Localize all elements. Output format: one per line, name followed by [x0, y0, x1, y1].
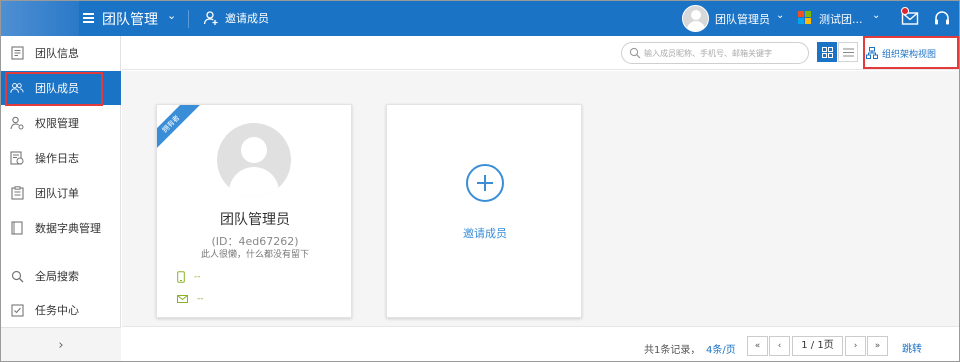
grid-icon [821, 46, 833, 58]
sidebar-collapse-button[interactable]: › [1, 327, 121, 361]
dictionary-icon [10, 221, 24, 235]
page-size-select[interactable]: 4条/页 [706, 341, 736, 356]
sidebar-item-task-center[interactable]: 任务中心 [1, 293, 121, 327]
last-page-button[interactable]: » [867, 336, 888, 356]
search-input[interactable] [644, 46, 804, 60]
list-icon [842, 47, 854, 57]
member-name: 团队管理员 [220, 212, 290, 228]
chevron-down-icon[interactable]: ⌄ [872, 10, 880, 21]
sidebar-item-label: 团队订单 [35, 187, 79, 200]
notification-dot [901, 7, 909, 15]
order-icon [10, 186, 24, 200]
phone-icon [177, 271, 185, 283]
permission-icon [10, 116, 24, 130]
invite-member-button[interactable]: 邀请成员 [203, 8, 269, 28]
sidebar-item-global-search[interactable]: 全局搜索 [1, 259, 121, 293]
first-page-button[interactable]: « [747, 336, 768, 356]
next-page-button[interactable]: › [845, 336, 866, 356]
chevron-down-icon[interactable]: ⌄ [167, 9, 176, 22]
member-phone: -- [194, 272, 201, 282]
team-logo-icon [798, 11, 811, 24]
app-frame: 团队管理 ⌄ 邀请成员 团队管理员 ⌄ 测试团... ⌄ 团队信息 团队成员 权… [0, 0, 960, 362]
member-search[interactable] [621, 42, 809, 64]
top-bar: 团队管理 ⌄ 邀请成员 团队管理员 ⌄ 测试团... ⌄ [1, 1, 959, 36]
add-user-icon [203, 11, 218, 25]
member-phone-row: -- [177, 270, 201, 284]
team-info-icon [10, 46, 24, 60]
sidebar-item-team-orders[interactable]: 团队订单 [1, 176, 121, 210]
member-avatar [217, 123, 291, 197]
user-avatar[interactable] [682, 5, 709, 32]
sidebar-item-team-info[interactable]: 团队信息 [1, 36, 121, 70]
sidebar-item-label: 全局搜索 [35, 270, 79, 283]
chevron-right-icon: › [58, 337, 64, 353]
logo [1, 1, 79, 36]
task-icon [10, 303, 24, 317]
headset-icon[interactable] [933, 10, 951, 27]
chevron-down-icon[interactable]: ⌄ [776, 10, 784, 21]
member-cards-area: 拥有者 团队管理员 (ID：4ed67262) 此人很懒，什么都没有留下 -- … [122, 71, 959, 326]
invite-member-card-label: 邀请成员 [463, 227, 507, 240]
log-icon [10, 151, 24, 165]
highlight-box-org-view [863, 36, 959, 69]
page-indicator[interactable]: 1 / 1页 [792, 336, 843, 356]
member-card[interactable]: 拥有者 团队管理员 (ID：4ed67262) 此人很懒，什么都没有留下 -- … [156, 104, 352, 318]
sidebar-item-label: 团队信息 [35, 47, 79, 60]
invite-member-label: 邀请成员 [225, 12, 269, 25]
user-name[interactable]: 团队管理员 [715, 11, 770, 27]
pagination-bar: 共1条记录， 4条/页 « ‹ 1 / 1页 › » 跳转 [122, 326, 959, 361]
sidebar-item-operation-log[interactable]: 操作日志 [1, 141, 121, 175]
member-bio: 此人很懒，什么都没有留下 [200, 250, 309, 260]
first-page-icon: « [754, 341, 761, 351]
invite-member-card[interactable]: 邀请成员 [386, 104, 582, 318]
last-page-icon: » [874, 341, 881, 351]
prev-page-button[interactable]: ‹ [769, 336, 790, 356]
sidebar-item-permissions[interactable]: 权限管理 [1, 106, 121, 140]
plus-circle-icon [466, 164, 504, 202]
team-switcher[interactable]: 测试团... [819, 11, 863, 27]
total-records: 共1条记录， [644, 345, 701, 356]
sidebar-item-label: 任务中心 [35, 304, 79, 317]
content-toolbar: 组织架构视图 [122, 36, 959, 70]
list-view-button[interactable] [838, 42, 858, 62]
highlight-box-team-members [5, 72, 103, 106]
divider [188, 10, 189, 28]
chevron-right-icon: › [853, 341, 858, 351]
sidebar-item-label: 权限管理 [35, 117, 79, 130]
owner-ribbon: 拥有者 [157, 105, 202, 155]
sidebar-item-data-dictionary[interactable]: 数据字典管理 [1, 211, 121, 245]
search-icon [10, 269, 24, 283]
mail-icon [177, 295, 188, 303]
sidebar-item-label: 操作日志 [35, 152, 79, 165]
menu-icon[interactable] [81, 9, 97, 27]
jump-button[interactable]: 跳转 [902, 340, 922, 355]
chevron-left-icon: ‹ [777, 341, 782, 351]
grid-view-button[interactable] [817, 42, 837, 62]
module-title[interactable]: 团队管理 [102, 9, 158, 29]
sidebar-item-label: 数据字典管理 [35, 222, 101, 235]
member-email: -- [197, 294, 204, 304]
search-icon [629, 47, 641, 59]
member-email-row: -- [177, 292, 204, 306]
